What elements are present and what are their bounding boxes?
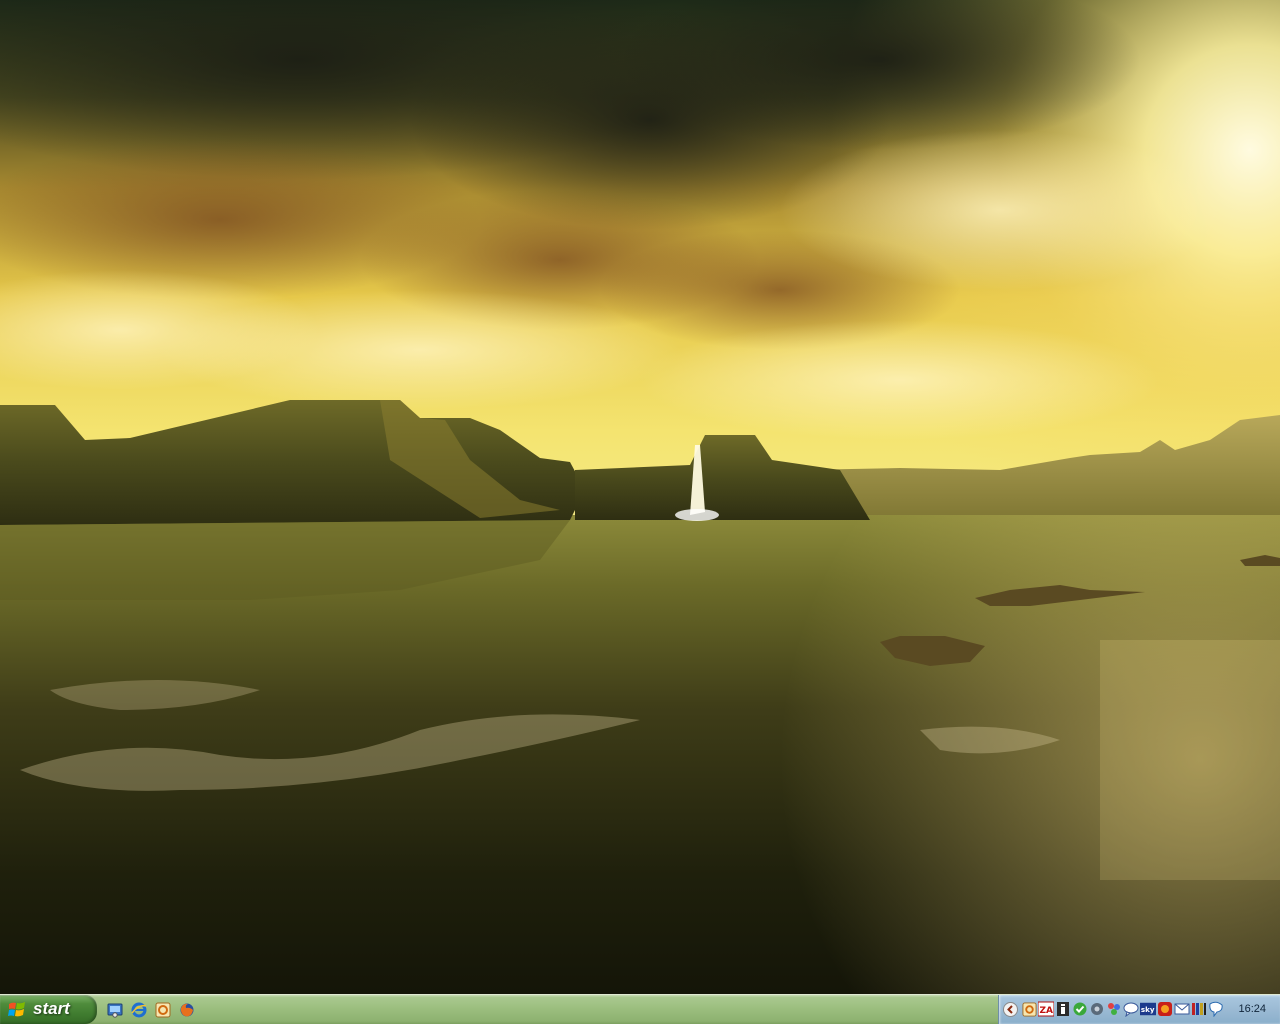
system-tray: ZA sky 16:24 bbox=[998, 995, 1280, 1024]
gear-icon[interactable] bbox=[1089, 1001, 1105, 1017]
outlook-button[interactable] bbox=[152, 999, 174, 1021]
internet-explorer-button[interactable] bbox=[128, 999, 150, 1021]
zonealarm-label: ZA bbox=[1040, 1006, 1054, 1016]
volume-bars-icon[interactable] bbox=[1191, 1001, 1207, 1017]
network-icon[interactable] bbox=[1106, 1001, 1122, 1017]
messenger-icon[interactable] bbox=[1123, 1001, 1139, 1017]
chevron-left-icon bbox=[1007, 1005, 1013, 1014]
sky-label: sky bbox=[1141, 1005, 1155, 1014]
firefox-icon bbox=[180, 1003, 194, 1017]
start-button[interactable]: start bbox=[0, 995, 97, 1024]
internet-explorer-icon bbox=[131, 1002, 147, 1018]
firefox-button[interactable] bbox=[176, 999, 198, 1021]
speech-icon[interactable] bbox=[1208, 1001, 1224, 1017]
security-icon[interactable] bbox=[1072, 1001, 1088, 1017]
show-desktop-button[interactable] bbox=[104, 999, 126, 1021]
taskbar: start ZA sky 16:24 bbox=[0, 994, 1280, 1024]
app-tray-icon[interactable] bbox=[1021, 1001, 1037, 1017]
tray-expand-button[interactable] bbox=[1003, 1002, 1018, 1017]
windows-logo-icon bbox=[8, 1002, 25, 1017]
mail-icon[interactable] bbox=[1174, 1001, 1190, 1017]
outlook-icon bbox=[155, 1002, 171, 1018]
sky-icon[interactable]: sky bbox=[1140, 1001, 1156, 1017]
show-desktop-icon bbox=[107, 1003, 123, 1018]
info-icon[interactable] bbox=[1055, 1001, 1071, 1017]
wallpaper-landscape bbox=[0, 0, 1280, 994]
clock[interactable]: 16:24 bbox=[1238, 1003, 1266, 1015]
tray-icons: ZA sky bbox=[1021, 1001, 1224, 1017]
start-label: start bbox=[33, 999, 70, 1018]
zonealarm-icon[interactable]: ZA bbox=[1038, 1001, 1054, 1017]
quick-launch-bar bbox=[104, 999, 198, 1021]
firefox-tray-icon[interactable] bbox=[1157, 1001, 1173, 1017]
desktop[interactable] bbox=[0, 0, 1280, 994]
